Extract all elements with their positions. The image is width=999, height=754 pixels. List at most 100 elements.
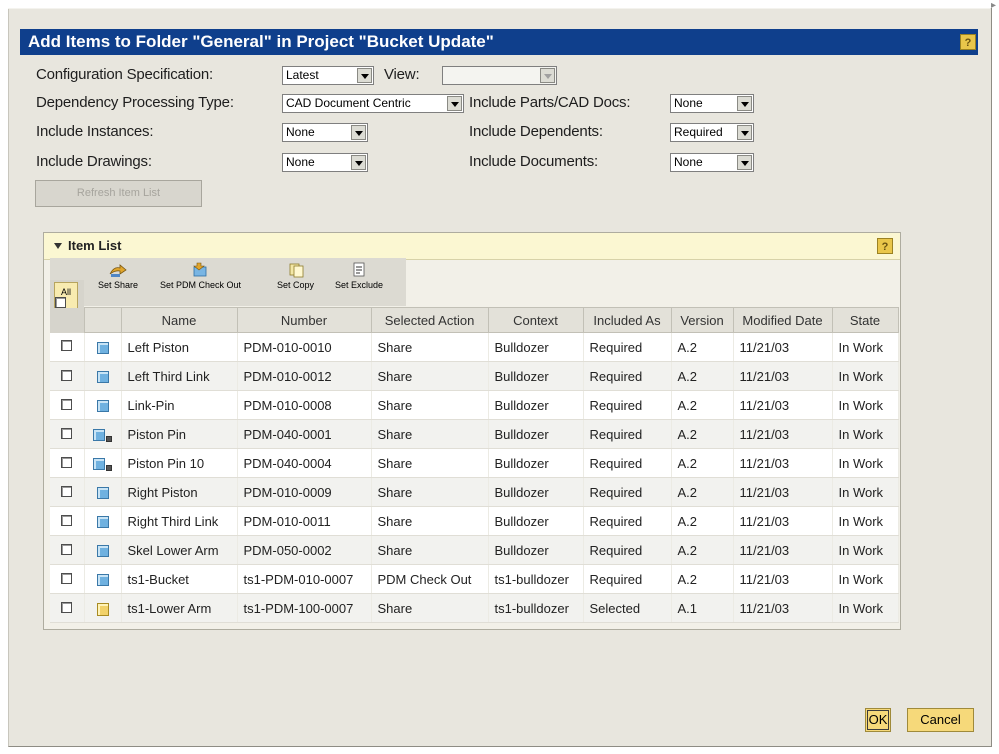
cell-version: A.2	[671, 564, 734, 594]
chevron-down-icon	[737, 155, 752, 170]
column-header-state[interactable]: State	[831, 307, 899, 333]
row-checkbox[interactable]	[61, 601, 73, 613]
table-row[interactable]: Right Piston PDM-010-0009 Share Bulldozer Re…	[50, 477, 899, 507]
row-icon-cell	[84, 419, 122, 449]
row-checkbox[interactable]	[61, 543, 73, 555]
cell-name[interactable]: Link-Pin	[121, 390, 238, 420]
include-drawings-select[interactable]: None	[282, 153, 368, 172]
select-all-label: All	[60, 287, 71, 297]
row-checkbox[interactable]	[61, 369, 73, 381]
part-icon[interactable]	[96, 487, 109, 500]
help-icon[interactable]: ?	[877, 238, 893, 254]
cell-included-as: Required	[583, 361, 672, 391]
column-header-context[interactable]: Context	[487, 307, 584, 333]
table-row[interactable]: Left Third Link PDM-010-0012 Share Bulldoze…	[50, 361, 899, 391]
row-checkbox[interactable]	[61, 514, 73, 526]
icon-column-header	[83, 307, 122, 333]
cell-action: Share	[371, 593, 489, 623]
cell-name[interactable]: Right Piston	[121, 477, 238, 507]
table-row[interactable]: Link-Pin PDM-010-0008 Share Bulldozer Requir…	[50, 390, 899, 420]
set-share-label: Set Share	[98, 280, 139, 290]
row-checkbox-cell	[50, 535, 85, 565]
cell-context: ts1-bulldozer	[488, 593, 584, 623]
cell-number: PDM-010-0008	[237, 390, 372, 420]
part-icon[interactable]	[96, 574, 109, 587]
cell-version: A.2	[671, 332, 734, 362]
row-icon-cell	[84, 361, 122, 391]
part-icon[interactable]	[93, 458, 105, 471]
cell-number: ts1-PDM-010-0007	[237, 564, 372, 594]
row-checkbox[interactable]	[61, 456, 73, 468]
column-header-number[interactable]: Number	[236, 307, 372, 333]
row-checkbox[interactable]	[61, 485, 73, 497]
cell-name[interactable]: Piston Pin 10	[121, 448, 238, 478]
cell-version: A.2	[671, 506, 734, 536]
include-instances-select[interactable]: None	[282, 123, 368, 142]
cell-name[interactable]: Right Third Link	[121, 506, 238, 536]
cancel-button[interactable]: Cancel	[907, 708, 974, 732]
cell-action: Share	[371, 419, 489, 449]
column-header-selected-action[interactable]: Selected Action	[370, 307, 489, 333]
cell-name[interactable]: ts1-Bucket	[121, 564, 238, 594]
set-exclude-icon	[353, 262, 365, 277]
collapse-triangle-icon[interactable]	[54, 243, 62, 249]
generic-badge-icon	[106, 435, 112, 442]
row-checkbox[interactable]	[61, 572, 73, 584]
column-header-name[interactable]: Name	[120, 307, 238, 333]
row-checkbox-cell	[50, 448, 85, 478]
include-dependents-value: Required	[674, 125, 723, 139]
config-spec-select[interactable]: Latest	[282, 66, 374, 85]
cell-state: In Work	[832, 477, 899, 507]
table-row[interactable]: Right Third Link PDM-010-0011 Share Bulldoz…	[50, 506, 899, 536]
refresh-item-list-button[interactable]: Refresh Item List	[35, 180, 202, 207]
include-parts-select[interactable]: None	[670, 94, 754, 113]
document-icon[interactable]	[96, 602, 109, 616]
row-checkbox[interactable]	[61, 398, 73, 410]
cell-name[interactable]: Skel Lower Arm	[121, 535, 238, 565]
cell-name[interactable]: Left Third Link	[121, 361, 238, 391]
cell-action: Share	[371, 361, 489, 391]
chevron-down-icon	[447, 96, 462, 111]
cell-name[interactable]: ts1-Lower Arm	[121, 593, 238, 623]
include-documents-select[interactable]: None	[670, 153, 754, 172]
row-checkbox[interactable]	[61, 340, 73, 352]
set-share-button[interactable]: Set Share	[98, 262, 138, 290]
cell-number: ts1-PDM-100-0007	[237, 593, 372, 623]
table-row[interactable]: Piston Pin 10 PDM-040-0004 Share Bulldozer R…	[50, 448, 899, 478]
help-icon[interactable]: ?	[960, 34, 976, 50]
chevron-down-icon	[351, 125, 366, 140]
include-dependents-select[interactable]: Required	[670, 123, 754, 142]
part-icon[interactable]	[93, 429, 105, 442]
cell-context: Bulldozer	[488, 332, 584, 362]
column-header-included-as[interactable]: Included As	[582, 307, 672, 333]
cell-action: Share	[371, 535, 489, 565]
part-icon[interactable]	[96, 342, 109, 355]
table-row[interactable]: Left Piston PDM-010-0010 Share Bulldozer Req…	[50, 332, 899, 362]
part-icon[interactable]	[96, 545, 109, 558]
cell-included-as: Required	[583, 390, 672, 420]
part-icon[interactable]	[96, 516, 109, 529]
row-icon-cell	[84, 506, 122, 536]
chevron-down-icon	[351, 155, 366, 170]
column-header-version[interactable]: Version	[670, 307, 734, 333]
table-row[interactable]: Piston Pin PDM-040-0001 Share Bulldozer Requ…	[50, 419, 899, 449]
cell-name[interactable]: Piston Pin	[121, 419, 238, 449]
include-instances-label: Include Instances:	[36, 123, 154, 140]
table-row[interactable]: ts1-Lower Arm ts1-PDM-100-0007 Share ts1-bu…	[50, 593, 899, 623]
set-copy-button[interactable]: Set Copy	[277, 262, 314, 290]
dependency-type-select[interactable]: CAD Document Centric	[282, 94, 464, 113]
row-icon-cell	[84, 477, 122, 507]
column-header-modified-date[interactable]: Modified Date	[732, 307, 833, 333]
row-checkbox[interactable]	[61, 427, 73, 439]
set-exclude-button[interactable]: Set Exclude	[335, 262, 383, 290]
part-icon[interactable]	[96, 400, 109, 413]
cell-action: Share	[371, 477, 489, 507]
table-row[interactable]: ts1-Bucket ts1-PDM-010-0007 PDM Check Out t…	[50, 564, 899, 594]
set-pdm-checkout-button[interactable]: Set PDM Check Out	[160, 262, 241, 290]
view-select[interactable]	[442, 66, 557, 85]
part-icon[interactable]	[96, 371, 109, 384]
cell-number: PDM-010-0010	[237, 332, 372, 362]
ok-button[interactable]: OK	[865, 708, 891, 732]
cell-name[interactable]: Left Piston	[121, 332, 238, 362]
table-row[interactable]: Skel Lower Arm PDM-050-0002 Share Bulldozer…	[50, 535, 899, 565]
